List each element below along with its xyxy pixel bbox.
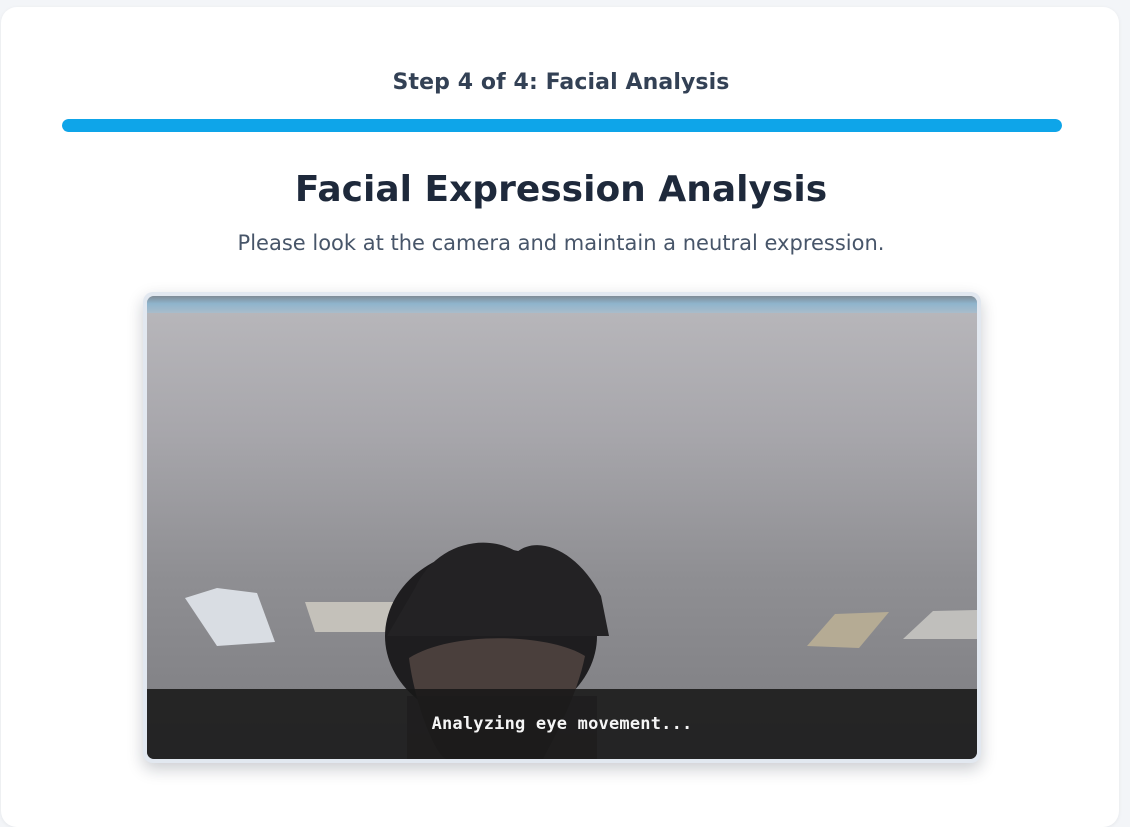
step-label: Step 4 of 4: Facial Analysis <box>392 70 730 95</box>
ceiling-light-3 <box>807 612 889 648</box>
analysis-card: Step 4 of 4: Facial Analysis Facial Expr… <box>1 7 1119 827</box>
ceiling-light-4 <box>903 610 977 639</box>
progress-bar <box>62 119 1062 132</box>
page-title: Facial Expression Analysis <box>294 169 828 210</box>
person-hair-top <box>387 542 609 636</box>
analysis-status-bar: Analyzing eye movement... <box>147 689 977 759</box>
ceiling-light-1 <box>185 588 275 646</box>
analysis-status-text: Analyzing eye movement... <box>431 714 693 734</box>
page-subtitle: Please look at the camera and maintain a… <box>237 231 885 255</box>
progress-bar-fill <box>62 119 1062 132</box>
camera-feed: Analyzing eye movement... <box>147 296 977 759</box>
camera-frame: Analyzing eye movement... <box>143 292 981 763</box>
